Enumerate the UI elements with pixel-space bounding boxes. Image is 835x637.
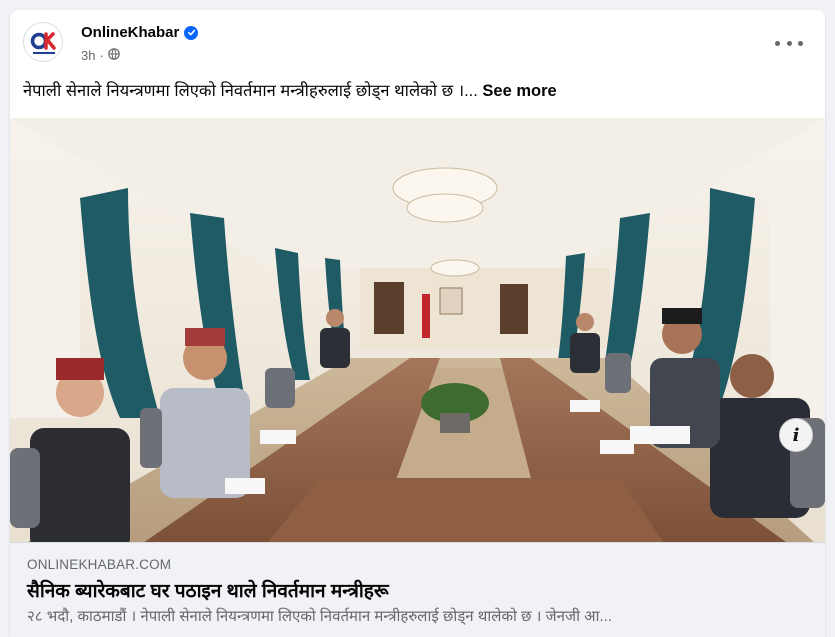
meeting-room-photo [10, 118, 825, 552]
see-more-link[interactable]: See more [482, 82, 556, 100]
page-name-row: OnlineKhabar [81, 24, 199, 41]
globe-icon [108, 48, 120, 63]
dot-icon [786, 40, 792, 46]
more-options-button[interactable] [775, 36, 803, 50]
dot-icon [798, 40, 803, 46]
link-preview[interactable]: ONLINEKHABAR.COM सैनिक ब्यारेकबाट घर पठा… [10, 542, 825, 637]
post-meta: 3h · [81, 48, 120, 63]
link-title[interactable]: सैनिक ब्यारेकबाट घर पठाइन थाले निवर्तमान… [27, 577, 389, 603]
onlinekhabar-logo [24, 23, 62, 61]
page-avatar[interactable] [23, 22, 63, 62]
post-time[interactable]: 3h [81, 48, 95, 63]
verified-badge-icon [184, 25, 199, 40]
post-header: OnlineKhabar 3h · [10, 10, 825, 70]
post-text: नेपाली सेनाले नियन्त्रणमा लिएको निवर्तमा… [23, 80, 813, 102]
meta-separator: · [99, 48, 104, 63]
dot-icon [775, 40, 780, 46]
link-description: २८ भदौ, काठमाडौं । नेपाली सेनाले नियन्त्… [27, 608, 613, 625]
post-photo[interactable] [10, 118, 825, 552]
facebook-post-card: OnlineKhabar 3h · नेपाली सेनाले नियन्त्र… [10, 10, 825, 637]
info-icon[interactable]: i [779, 418, 813, 452]
post-text-content: नेपाली सेनाले नियन्त्रणमा लिएको निवर्तमा… [23, 82, 478, 100]
link-domain: ONLINEKHABAR.COM [27, 557, 172, 572]
page-name[interactable]: OnlineKhabar [81, 24, 179, 41]
